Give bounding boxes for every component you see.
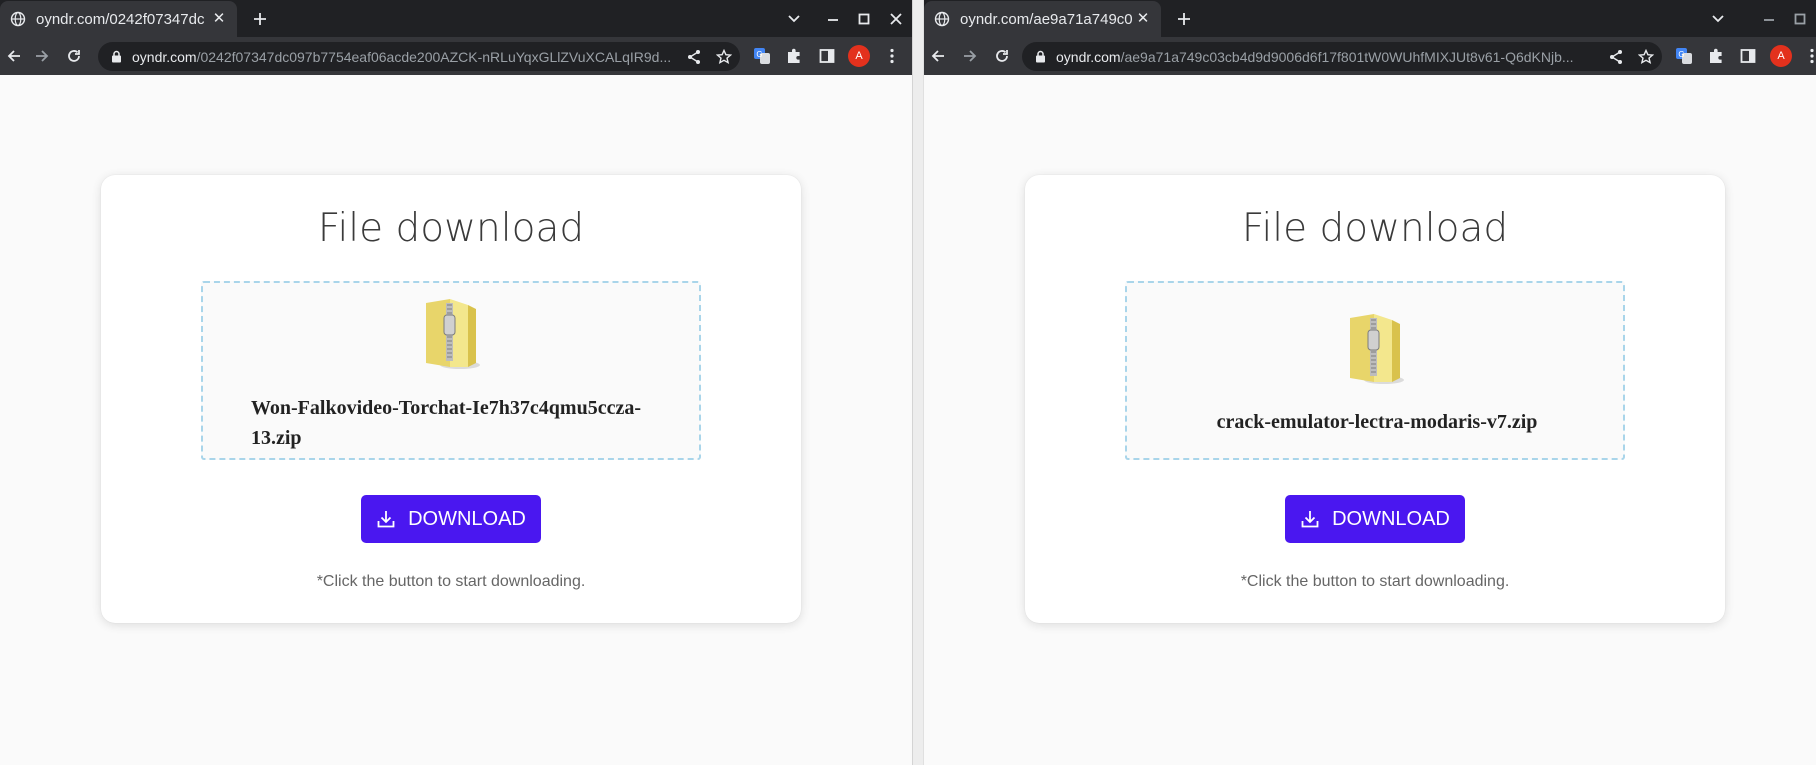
active-tab[interactable]: oyndr.com/0242f07347dc ✕: [0, 1, 237, 37]
close-icon[interactable]: ✕: [1133, 8, 1153, 28]
kebab-menu-icon[interactable]: [882, 46, 902, 66]
file-name: Won-Falkovideo-Torchat-Ie7h37c4qmu5ccza-…: [251, 397, 641, 449]
tab-strip: oyndr.com/ae9a71a749c0 ✕: [924, 0, 1816, 37]
star-icon[interactable]: [1636, 47, 1656, 67]
avatar[interactable]: A: [848, 45, 870, 67]
chevron-down-icon[interactable]: [781, 6, 807, 32]
address-bar[interactable]: oyndr.com/ae9a71a749c03cb4d9d9006d6f17f8…: [1022, 42, 1662, 71]
hint-text: *Click the button to start downloading.: [1240, 573, 1510, 590]
minimize-icon[interactable]: [820, 6, 846, 32]
plus-icon[interactable]: [247, 6, 273, 32]
back-arrow-icon[interactable]: [924, 42, 952, 70]
file-name: crack-emulator-lectra-modaris-v7.zip: [1216, 411, 1538, 433]
page-title: File download: [1241, 206, 1509, 251]
share-icon[interactable]: [684, 47, 704, 67]
share-icon[interactable]: [1606, 47, 1626, 67]
star-icon[interactable]: [714, 47, 734, 67]
download-button-label: DOWNLOAD: [1332, 507, 1450, 530]
download-icon: [1301, 511, 1319, 528]
puzzle-icon[interactable]: [1706, 46, 1726, 66]
download-card: File download crack-emulator-lectra-moda…: [1025, 175, 1725, 623]
puzzle-icon[interactable]: [784, 46, 804, 66]
lock-icon[interactable]: [110, 50, 122, 64]
svg-text:G: G: [1678, 50, 1684, 59]
browser-toolbar: oyndr.com/ae9a71a749c03cb4d9d9006d6f17f8…: [924, 37, 1816, 75]
globe-icon: [10, 11, 26, 27]
browser-window-left: oyndr.com/0242f07347dc ✕ oyndr.com/0242f…: [0, 0, 912, 765]
tab-strip: oyndr.com/0242f07347dc ✕: [0, 0, 912, 37]
active-tab[interactable]: oyndr.com/ae9a71a749c0 ✕: [924, 1, 1161, 37]
download-button[interactable]: DOWNLOAD: [361, 495, 541, 543]
side-panel-icon[interactable]: [1738, 46, 1758, 66]
page-content: File download Won-Falkovideo-Torchat-Ie7…: [0, 75, 912, 765]
reload-icon[interactable]: [60, 42, 88, 70]
file-box: crack-emulator-lectra-modaris-v7.zip: [1125, 281, 1625, 460]
minimize-icon[interactable]: [1756, 6, 1782, 32]
download-icon: [377, 511, 395, 528]
browser-toolbar: oyndr.com/0242f07347dc097b7754eaf06acde2…: [0, 37, 912, 75]
back-arrow-icon[interactable]: [0, 42, 28, 70]
forward-arrow-icon[interactable]: [956, 42, 984, 70]
plus-icon[interactable]: [1171, 6, 1197, 32]
page-content: File download crack-emulator-lectra-moda…: [924, 75, 1816, 765]
maximize-icon[interactable]: [1787, 6, 1813, 32]
tab-title: oyndr.com/0242f07347dc: [36, 10, 205, 28]
forward-arrow-icon[interactable]: [28, 42, 56, 70]
window-divider: [912, 0, 924, 765]
lock-icon[interactable]: [1034, 50, 1046, 64]
zip-folder-icon: [1350, 314, 1404, 384]
side-panel-icon[interactable]: [817, 46, 837, 66]
avatar[interactable]: A: [1770, 45, 1792, 67]
browser-window-right: oyndr.com/ae9a71a749c0 ✕ oyndr.com/ae9a7…: [924, 0, 1816, 765]
page-title: File download: [317, 206, 585, 251]
url-text: oyndr.com/0242f07347dc097b7754eaf06acde2…: [132, 48, 672, 65]
address-bar[interactable]: oyndr.com/0242f07347dc097b7754eaf06acde2…: [98, 42, 740, 71]
chevron-down-icon[interactable]: [1705, 6, 1731, 32]
download-button-label: DOWNLOAD: [408, 507, 526, 530]
maximize-icon[interactable]: [851, 6, 877, 32]
close-icon[interactable]: ✕: [209, 8, 229, 28]
svg-text:G: G: [756, 50, 762, 59]
reload-icon[interactable]: [988, 42, 1016, 70]
tab-title: oyndr.com/ae9a71a749c0: [960, 10, 1132, 28]
zip-folder-icon: [426, 299, 480, 369]
globe-icon: [934, 11, 950, 27]
translate-icon[interactable]: G: [752, 46, 772, 66]
close-window-icon[interactable]: [883, 6, 909, 32]
hint-text: *Click the button to start downloading.: [316, 573, 586, 590]
file-box: Won-Falkovideo-Torchat-Ie7h37c4qmu5ccza-…: [201, 281, 701, 460]
url-text: oyndr.com/ae9a71a749c03cb4d9d9006d6f17f8…: [1056, 48, 1574, 65]
download-card: File download Won-Falkovideo-Torchat-Ie7…: [101, 175, 801, 623]
download-button[interactable]: DOWNLOAD: [1285, 495, 1465, 543]
translate-icon[interactable]: G: [1674, 46, 1694, 66]
kebab-menu-icon[interactable]: [1802, 46, 1816, 66]
